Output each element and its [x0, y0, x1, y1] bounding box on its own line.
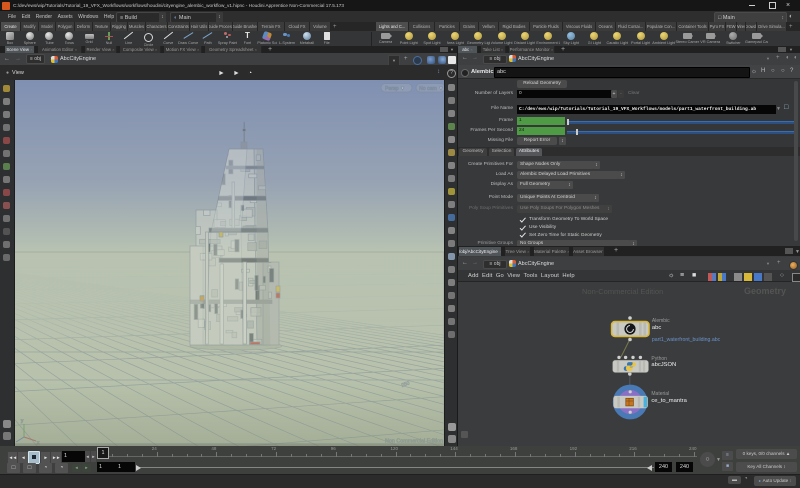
svg-text:Persp ▼: Persp ▼ — [385, 86, 405, 92]
svg-text:No cam ▼: No cam ▼ — [419, 86, 443, 92]
